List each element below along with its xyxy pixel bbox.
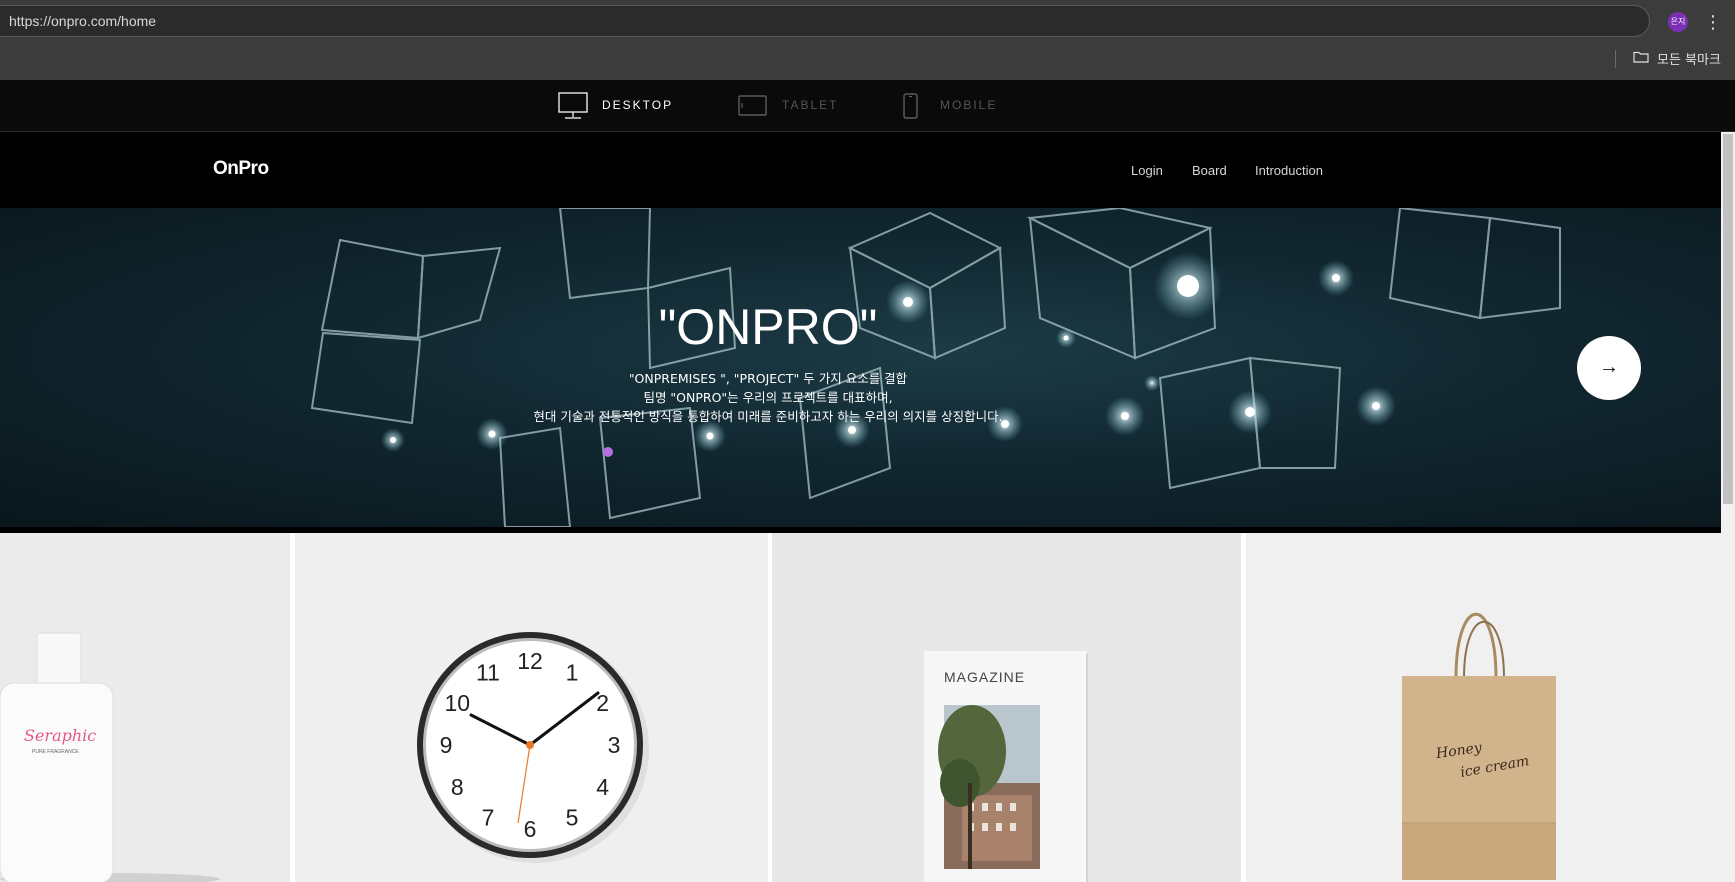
perfume-image — [0, 632, 220, 882]
clock-number: 7 — [482, 805, 495, 831]
magazine-image — [924, 651, 1088, 882]
folder-icon[interactable] — [1633, 51, 1649, 63]
tablet-icon — [738, 95, 767, 116]
clock-number: 11 — [476, 659, 500, 685]
clock-number: 5 — [566, 805, 579, 831]
hero-text-line-1: "ONPREMISES ", "PROJECT" 두 가지 요소를 결합 — [628, 371, 908, 386]
device-option-desktop[interactable]: DESKTOP — [558, 80, 678, 131]
url-text[interactable]: https://onpro.com/home — [9, 13, 156, 29]
desktop-icon — [558, 92, 588, 119]
device-switcher: DESKTOP TABLET MOBILE — [0, 80, 1735, 132]
nav-login[interactable]: Login — [1131, 163, 1163, 178]
all-bookmarks-link[interactable]: 모든 북마크 — [1657, 49, 1721, 68]
site-preview: OnPro Login Board Introduction "ONPRO" "… — [0, 132, 1721, 882]
perfume-brand: Seraphic — [24, 726, 97, 745]
site-logo[interactable]: OnPro — [213, 158, 269, 180]
clock-number: 3 — [608, 732, 621, 758]
device-label-tablet: TABLET — [782, 98, 839, 112]
magazine-title: MAGAZINE — [944, 669, 1026, 685]
clock-number: 1 — [566, 659, 579, 685]
hero-banner: "ONPRO" "ONPREMISES ", "PROJECT" 두 가지 요소… — [0, 208, 1721, 527]
site-header: OnPro Login Board Introduction — [0, 132, 1721, 208]
kebab-icon[interactable]: ⋮ — [1703, 10, 1723, 34]
slide-next-button[interactable]: → — [1577, 336, 1641, 400]
clock-number: 9 — [440, 732, 453, 758]
browser-toolbar: https://onpro.com/home 은지 ⋮ — [0, 0, 1735, 44]
product-tile-perfume[interactable]: Seraphic PURE FRAGRANCE — [0, 533, 290, 882]
scrollbar-thumb[interactable] — [1723, 134, 1733, 504]
bookmark-bar — [0, 44, 1735, 81]
product-tile-paper-bag[interactable]: Honey ice cream — [1246, 533, 1721, 882]
device-option-tablet[interactable]: TABLET — [738, 80, 848, 131]
clock-number: 10 — [445, 690, 471, 716]
nav-board[interactable]: Board — [1192, 163, 1227, 178]
product-tile-clock[interactable]: 12 1 2 3 4 5 6 7 8 9 10 11 — [295, 533, 768, 882]
perfume-subtitle: PURE FRAGRANCE — [32, 749, 79, 755]
device-label-desktop: DESKTOP — [602, 98, 674, 112]
hero-text-line-3: 현대 기술과 전통적인 방식을 통합하여 미래를 준비하고자 하는 우리의 의지… — [533, 409, 1003, 424]
paper-bag-image — [1402, 613, 1556, 880]
clock-number: 6 — [524, 816, 537, 842]
hero-title: "ONPRO" — [658, 299, 878, 355]
hero-text-line-2: 팀명 "ONPRO"는 우리의 프로젝트를 대표하며, — [643, 390, 893, 405]
mobile-icon — [903, 93, 918, 119]
address-bar[interactable]: https://onpro.com/home — [0, 5, 1650, 37]
product-tile-magazine[interactable]: MAGAZINE — [772, 533, 1241, 882]
device-option-mobile[interactable]: MOBILE — [903, 80, 1013, 131]
clock-number: 8 — [451, 774, 464, 800]
nav-introduction[interactable]: Introduction — [1255, 163, 1323, 178]
clock-number: 4 — [596, 774, 609, 800]
clock-number: 12 — [517, 648, 543, 674]
device-label-mobile: MOBILE — [940, 98, 998, 112]
product-grid: Seraphic PURE FRAGRANCE 12 1 2 3 4 5 6 7 8 9 10 11 — [0, 533, 1721, 882]
wall-clock-image: 12 1234567891011 — [417, 632, 649, 863]
bookmark-divider — [1615, 50, 1616, 68]
profile-avatar[interactable]: 은지 — [1668, 12, 1688, 32]
